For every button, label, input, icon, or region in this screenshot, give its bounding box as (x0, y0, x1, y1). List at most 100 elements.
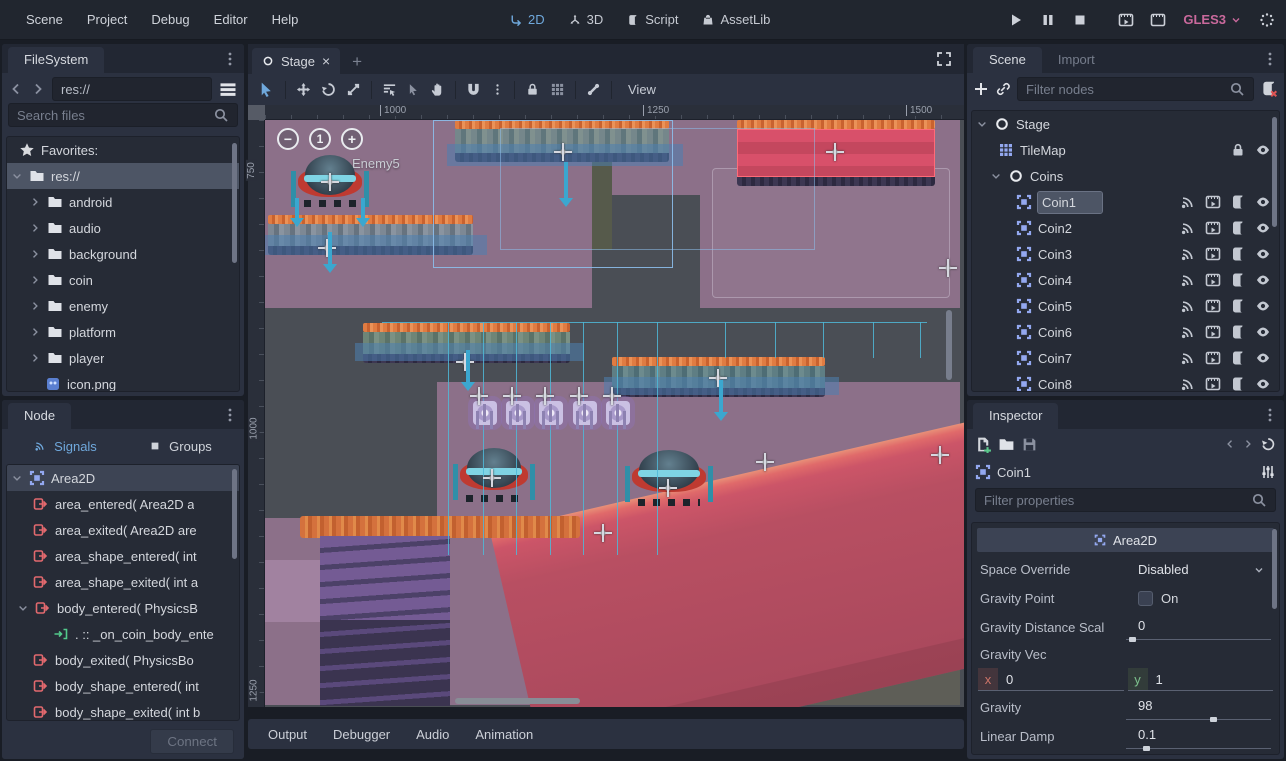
property-number-field[interactable]: 0.1 (1126, 724, 1271, 749)
signals-scrollbar[interactable] (232, 469, 237, 559)
scene-node-coin2[interactable]: Coin2 (972, 215, 1279, 241)
workspace-script[interactable]: Script (617, 7, 688, 32)
rot-icon[interactable] (321, 82, 336, 97)
workspace-3d[interactable]: 3D (559, 7, 614, 32)
hist-icon[interactable] (1260, 436, 1276, 452)
dots-icon[interactable] (491, 83, 504, 96)
workspace-2d[interactable]: 2D (500, 7, 555, 32)
stop-button[interactable] (1069, 9, 1091, 31)
magnet-icon[interactable] (466, 82, 481, 97)
inspector-menu-icon[interactable] (1262, 407, 1278, 423)
pin-icon[interactable] (586, 82, 601, 97)
fs-item-audio[interactable]: audio (7, 215, 239, 241)
add-node-icon[interactable] (973, 81, 989, 97)
scene-node-coin7[interactable]: Coin7 (972, 345, 1279, 371)
play-scene-button[interactable] (1115, 9, 1137, 31)
filesystem-scrollbar[interactable] (232, 143, 237, 263)
bottom-tab-audio[interactable]: Audio (406, 722, 459, 747)
signal-row[interactable]: body_exited( PhysicsBo (7, 647, 239, 673)
search-files-field[interactable] (17, 108, 213, 123)
filesystem-menu-icon[interactable] (222, 51, 238, 67)
signal-row[interactable]: area_shape_exited( int a (7, 569, 239, 595)
display-mode-icon[interactable] (218, 79, 238, 99)
distraction-free-icon[interactable] (936, 51, 952, 67)
transform-gizmo[interactable] (321, 173, 339, 191)
scene-node-coin6[interactable]: Coin6 (972, 319, 1279, 345)
transform-gizmo[interactable] (939, 259, 957, 277)
transform-gizmo[interactable] (503, 387, 521, 405)
property-number-field[interactable]: 0 (1126, 615, 1271, 640)
fs-item-root[interactable]: res:// (7, 163, 239, 189)
scene-node-coins[interactable]: Coins (972, 163, 1279, 189)
menu-help[interactable]: Help (260, 6, 311, 33)
signal-row[interactable]: area_exited( Area2D are (7, 517, 239, 543)
nav-forward-icon[interactable] (30, 81, 46, 97)
scene-node-coin4[interactable]: Coin4 (972, 267, 1279, 293)
transform-gizmo[interactable] (536, 387, 554, 405)
transform-gizmo[interactable] (570, 387, 588, 405)
move-arrow-gizmo[interactable] (714, 380, 728, 421)
scene-menu-icon[interactable] (1262, 51, 1278, 67)
move-arrow-gizmo[interactable] (461, 350, 475, 391)
menu-scene[interactable]: Scene (14, 6, 75, 33)
scene-node-tilemap[interactable]: TileMap (972, 137, 1279, 163)
fs-item-background[interactable]: background (7, 241, 239, 267)
play-custom-scene-button[interactable] (1147, 9, 1169, 31)
fs-favorites[interactable]: Favorites: (7, 137, 239, 163)
lock-icon[interactable] (525, 82, 540, 97)
node-menu-icon[interactable] (222, 407, 238, 423)
bottom-tab-debugger[interactable]: Debugger (323, 722, 400, 747)
canvas-vscrollbar[interactable] (946, 310, 952, 380)
menu-project[interactable]: Project (75, 6, 139, 33)
vector-y-field[interactable]: y1 (1128, 668, 1274, 691)
scene-node-coin3[interactable]: Coin3 (972, 241, 1279, 267)
workspace-assetlib[interactable]: AssetLib (692, 7, 780, 32)
move-arrow-gizmo[interactable] (559, 162, 573, 207)
transform-gizmo[interactable] (554, 143, 572, 161)
canvas-hscrollbar[interactable] (455, 698, 580, 704)
inspector-tab[interactable]: Inspector (973, 403, 1058, 429)
node-tab[interactable]: Node (8, 403, 71, 429)
listsel-icon[interactable] (382, 82, 397, 97)
pan-icon[interactable] (430, 82, 445, 97)
move-icon[interactable] (296, 82, 311, 97)
move-arrow-gizmo[interactable] (290, 198, 304, 227)
enemy-sprite[interactable] (632, 450, 706, 506)
fs-item-file[interactable]: icon.png (7, 371, 239, 392)
save-icon[interactable] (1021, 436, 1038, 453)
filter-properties-input[interactable] (975, 488, 1276, 512)
move-arrow-gizmo[interactable] (356, 198, 370, 227)
vector-x-field[interactable]: x0 (978, 668, 1124, 691)
connect-button[interactable]: Connect (150, 729, 234, 754)
filesystem-tab[interactable]: FileSystem (8, 47, 104, 73)
bottom-tab-output[interactable]: Output (258, 722, 317, 747)
fs-item-platform[interactable]: platform (7, 319, 239, 345)
zoom-reset-button[interactable]: 1 (309, 128, 331, 150)
folder-icon[interactable] (998, 436, 1015, 453)
fs-item-player[interactable]: player (7, 345, 239, 371)
transform-gizmo[interactable] (756, 453, 774, 471)
inspector-section-header[interactable]: Area2D (977, 528, 1274, 552)
pause-button[interactable] (1037, 9, 1059, 31)
transform-gizmo[interactable] (483, 469, 501, 487)
cursor-icon[interactable] (258, 81, 275, 98)
zoom-out-button[interactable]: − (277, 128, 299, 150)
scene-tab-stage[interactable]: Stage × (252, 48, 340, 74)
transform-gizmo[interactable] (659, 479, 677, 497)
property-dropdown[interactable]: Disabled (1126, 559, 1271, 580)
bottom-tab-animation[interactable]: Animation (465, 722, 543, 747)
signal-row[interactable]: body_shape_entered( int (7, 673, 239, 699)
menu-debug[interactable]: Debug (139, 6, 201, 33)
tab-signals[interactable]: Signals (10, 434, 121, 459)
canvas[interactable]: − 1 + Enemy5 (265, 120, 964, 707)
transform-gizmo[interactable] (603, 387, 621, 405)
close-tab-icon[interactable]: × (322, 53, 330, 69)
filter-nodes-field[interactable] (1026, 82, 1229, 97)
tab-scene[interactable]: Scene (973, 47, 1042, 73)
instance-scene-icon[interactable] (995, 81, 1011, 97)
filter-nodes-input[interactable] (1017, 77, 1254, 101)
scene-node-coin8[interactable]: Coin8 (972, 371, 1279, 392)
menu-editor[interactable]: Editor (202, 6, 260, 33)
detach-script-icon[interactable] (1260, 80, 1278, 98)
scene-node-root[interactable]: Stage (972, 111, 1279, 137)
